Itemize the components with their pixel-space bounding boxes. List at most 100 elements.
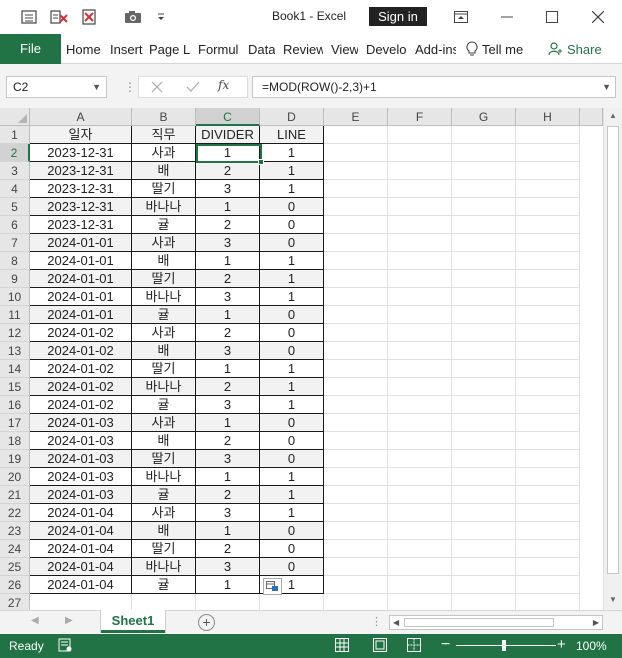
grid-cell[interactable]: 사과: [132, 504, 196, 522]
grid-cell[interactable]: 3: [196, 342, 260, 360]
column-header-b[interactable]: B: [132, 108, 196, 126]
grid-cell[interactable]: [516, 486, 580, 504]
grid-cell[interactable]: 1: [260, 180, 324, 198]
grid-cell[interactable]: 0: [260, 306, 324, 324]
grid-cell[interactable]: 1: [260, 270, 324, 288]
select-all-button[interactable]: [0, 108, 30, 126]
grid-cell[interactable]: [516, 288, 580, 306]
header-cell[interactable]: 일자: [30, 126, 132, 144]
grid-cell[interactable]: [516, 522, 580, 540]
grid-cell[interactable]: [452, 486, 516, 504]
grid-cell[interactable]: 3: [196, 504, 260, 522]
grid-cell[interactable]: [324, 288, 388, 306]
grid-cell[interactable]: 딸기: [132, 270, 196, 288]
grid-cell[interactable]: 3: [196, 396, 260, 414]
grid-cell[interactable]: 2023-12-31: [30, 180, 132, 198]
grid-cell[interactable]: [516, 324, 580, 342]
formula-input[interactable]: =MOD(ROW()-2,3)+1 ▼: [252, 76, 616, 98]
grid-cell[interactable]: 0: [260, 558, 324, 576]
grid-cell[interactable]: [452, 360, 516, 378]
page-break-preview-icon[interactable]: [407, 638, 421, 655]
grid-cell[interactable]: 1: [196, 144, 260, 162]
grid-cell[interactable]: [324, 576, 388, 594]
grid-cell[interactable]: [452, 504, 516, 522]
grid-cell[interactable]: [324, 504, 388, 522]
grid-cell[interactable]: [388, 216, 452, 234]
grid-cell[interactable]: [516, 378, 580, 396]
grid-cell[interactable]: 2024-01-01: [30, 234, 132, 252]
row-header[interactable]: 26: [0, 576, 30, 594]
grid-cell[interactable]: [452, 432, 516, 450]
row-header[interactable]: 10: [0, 288, 30, 306]
grid-cell[interactable]: 사과: [132, 324, 196, 342]
name-box[interactable]: C2 ▼: [6, 76, 107, 98]
grid-cell[interactable]: 1: [260, 486, 324, 504]
grid-cell[interactable]: 3: [196, 558, 260, 576]
grid-cell[interactable]: [132, 594, 196, 610]
grid-cell[interactable]: [452, 468, 516, 486]
grid-cell[interactable]: 2: [196, 162, 260, 180]
grid-cell[interactable]: [30, 594, 132, 610]
grid-cell[interactable]: [516, 144, 580, 162]
tab-developer[interactable]: Develop: [366, 34, 407, 64]
grid-cell[interactable]: 2: [196, 540, 260, 558]
grid-cell[interactable]: [452, 396, 516, 414]
grid-cell[interactable]: [388, 288, 452, 306]
grid-cell[interactable]: [452, 342, 516, 360]
grid-cell[interactable]: [388, 198, 452, 216]
clear-filter-icon[interactable]: [44, 0, 74, 34]
row-header[interactable]: 22: [0, 504, 30, 522]
grid-cell[interactable]: [324, 486, 388, 504]
grid-cell[interactable]: 2024-01-02: [30, 324, 132, 342]
grid-cell[interactable]: [388, 594, 452, 610]
grid-cell[interactable]: [388, 396, 452, 414]
grid-cell[interactable]: 2024-01-01: [30, 288, 132, 306]
grid-cell[interactable]: 2024-01-03: [30, 414, 132, 432]
grid-cell[interactable]: [324, 342, 388, 360]
grid-cell[interactable]: 배: [132, 162, 196, 180]
grid-cell[interactable]: 3: [196, 180, 260, 198]
horizontal-scrollbar[interactable]: ◀ ▶: [389, 615, 603, 630]
camera-icon[interactable]: [118, 0, 148, 34]
row-header[interactable]: 21: [0, 486, 30, 504]
fill-handle[interactable]: [258, 159, 264, 165]
tab-home[interactable]: Home: [66, 34, 102, 64]
row-header[interactable]: 16: [0, 396, 30, 414]
grid-cell[interactable]: [324, 558, 388, 576]
grid-cell[interactable]: 1: [260, 144, 324, 162]
grid-cell[interactable]: 0: [260, 432, 324, 450]
grid-cell[interactable]: [452, 576, 516, 594]
grid-cell[interactable]: [516, 414, 580, 432]
zoom-out-icon[interactable]: −: [441, 636, 450, 654]
grid-cell[interactable]: [388, 468, 452, 486]
grid-cell[interactable]: 2024-01-02: [30, 342, 132, 360]
grid-cell[interactable]: [388, 504, 452, 522]
grid-cell[interactable]: [388, 378, 452, 396]
insert-function-icon[interactable]: fx: [218, 78, 229, 92]
column-header-a[interactable]: A: [30, 108, 132, 126]
row-header[interactable]: 2: [0, 144, 30, 162]
grid-cell[interactable]: [324, 468, 388, 486]
grid-cell[interactable]: 2024-01-02: [30, 396, 132, 414]
grid-cell[interactable]: 사과: [132, 144, 196, 162]
grid-cell[interactable]: [516, 594, 580, 610]
tell-me-search[interactable]: Tell me: [466, 34, 523, 64]
row-header[interactable]: 20: [0, 468, 30, 486]
grid-cell[interactable]: [324, 144, 388, 162]
grid-cell[interactable]: [516, 234, 580, 252]
header-cell[interactable]: LINE: [260, 126, 324, 144]
grid-cell[interactable]: 1: [196, 360, 260, 378]
column-header-d[interactable]: D: [260, 108, 324, 126]
zoom-in-icon[interactable]: +: [557, 636, 566, 653]
grid-cell[interactable]: 3: [196, 288, 260, 306]
grid-cell[interactable]: [388, 252, 452, 270]
grid-cell[interactable]: [452, 450, 516, 468]
row-header[interactable]: 11: [0, 306, 30, 324]
row-header[interactable]: 14: [0, 360, 30, 378]
grid-cell[interactable]: [324, 324, 388, 342]
column-header-c[interactable]: C: [196, 108, 260, 126]
grid-cell[interactable]: [452, 378, 516, 396]
grid-cell[interactable]: 귤: [132, 216, 196, 234]
grid-cell[interactable]: 0: [260, 522, 324, 540]
header-cell[interactable]: DIVIDER: [196, 126, 260, 144]
